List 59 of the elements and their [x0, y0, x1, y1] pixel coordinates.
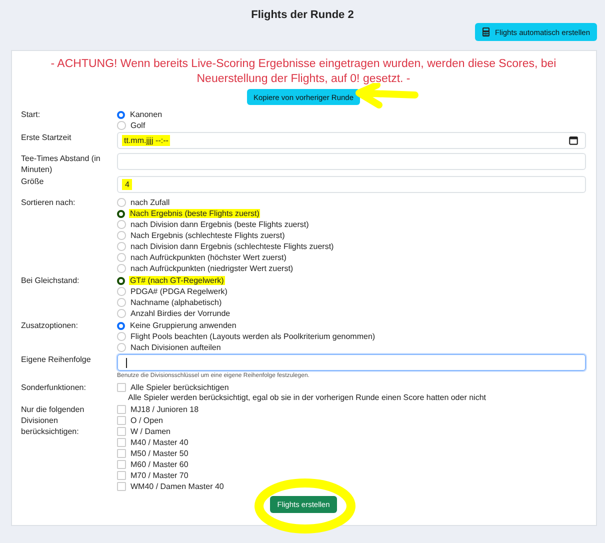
text-cursor [126, 358, 127, 368]
field-value: 4 [122, 179, 132, 190]
calendar-icon[interactable] [569, 136, 578, 145]
option-label: nach Division dann Ergebnis (schlechteste Flights zuerst) [130, 242, 335, 251]
radio-button[interactable] [117, 276, 125, 284]
option-label: PDGA# (PDGA Regelwerk) [130, 287, 228, 296]
option-label: O / Open [130, 416, 164, 425]
option-description: Alle Spieler werden berücksichtigt, egal ob sie in der vorherigen Runde einen Score hatten oder nicht [127, 393, 487, 403]
date-time-field[interactable]: tt.mm.jjjj --:-- [117, 132, 586, 149]
option-label: Nachname (alphabetisch) [130, 298, 223, 307]
checkbox[interactable] [117, 405, 126, 414]
field-label: Eigene Reihenfolge [21, 354, 92, 366]
option-label: Anzahl Birdies der Vorrunde [130, 309, 232, 318]
option-label: Kanonen [129, 110, 164, 119]
checkbox[interactable] [117, 383, 126, 392]
checkbox[interactable] [117, 416, 126, 425]
option-label: Nach Ergebnis (beste Flights zuerst) [129, 209, 260, 218]
option-label: Flight Pools beachten (Layouts werden als Poolkriterium genommen) [130, 332, 376, 341]
option-label: Keine Gruppierung anwenden [129, 321, 238, 330]
checkbox[interactable] [117, 449, 126, 458]
option-label: nach Aufrückpunkten (höchster Wert zuerst) [130, 253, 288, 262]
date-placeholder: tt.mm.jjjj --:-- [122, 135, 170, 146]
text-input-field[interactable] [117, 354, 586, 371]
field-label: Start: [21, 109, 42, 121]
option-label: GT# (nach GT-Regelwerk) [129, 276, 225, 285]
field-label: Nur die folgenden Divisionen berücksichtigen: [21, 404, 86, 438]
warning-text: - ACHTUNG! Wenn bereits Live-Scoring Ergebnisse eingetragen wurden, werden diese Scores, bei Neuerstellung der Flights, auf 0! gesetzt. - [50, 57, 558, 87]
option-label: M40 / Master 40 [130, 438, 190, 447]
radio-button[interactable] [117, 210, 125, 218]
calculator-icon [482, 27, 490, 37]
option-label: MJ18 / Junioren 18 [130, 405, 200, 414]
option-label: M60 / Master 60 [130, 460, 190, 469]
option-label: Nach Ergebnis (schlechteste Flights zuerst) [130, 231, 286, 240]
field-label: Zusatzoptionen: [21, 320, 79, 332]
option-label: Alle Spieler berücksichtigen [130, 383, 230, 392]
field-label: Erste Startzeit [21, 132, 72, 144]
text-input-field[interactable]: 4 [117, 176, 586, 193]
option-label: nach Zufall [130, 198, 171, 207]
radio-button[interactable] [117, 322, 125, 330]
option-label: M70 / Master 70 [130, 471, 190, 480]
field-label: Größe [21, 176, 45, 188]
option-label: nach Division dann Ergebnis (beste Flights zuerst) [130, 220, 310, 229]
option-label: Golf [130, 121, 146, 130]
field-label: Sonderfunktionen: [21, 382, 87, 394]
option-label: nach Aufrückpunkten (niedrigster Wert zuerst) [130, 264, 294, 273]
checkbox[interactable] [117, 438, 126, 447]
radio-button[interactable] [117, 110, 125, 118]
option-label: Nach Divisionen aufteilen [130, 343, 222, 352]
checkbox[interactable] [117, 471, 126, 480]
field-label: Sortieren nach: [21, 197, 76, 209]
field-label: Bei Gleichstand: [21, 275, 80, 287]
checkbox[interactable] [117, 427, 126, 436]
option-label: W / Damen [130, 427, 172, 436]
option-label: M50 / Master 50 [130, 449, 190, 458]
checkbox[interactable] [117, 460, 126, 469]
checkbox[interactable] [117, 482, 126, 491]
field-label: Tee-Times Abstand (in Minuten) [21, 153, 102, 175]
option-label: WM40 / Damen Master 40 [130, 482, 225, 491]
page-title: Flights der Runde 2 [251, 8, 354, 22]
